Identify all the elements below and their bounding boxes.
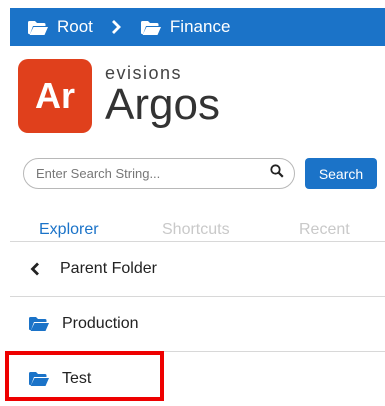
breadcrumb-finance[interactable]: Finance	[140, 17, 231, 37]
tab-recent[interactable]: Recent	[299, 221, 350, 239]
folder-open-icon	[29, 372, 49, 386]
brand-product: Argos	[105, 80, 220, 129]
chevron-right-icon	[111, 20, 121, 34]
folder-open-icon	[29, 317, 49, 331]
list-item-label: Production	[62, 315, 139, 332]
explorer-tabs: Explorer Shortcuts Recent	[10, 218, 385, 242]
breadcrumb-root-label: Root	[57, 17, 93, 36]
search-row: Search	[23, 158, 377, 189]
tab-explorer[interactable]: Explorer	[39, 221, 99, 239]
search-button[interactable]: Search	[305, 158, 377, 189]
list-item-label: Test	[62, 370, 92, 387]
search-box	[23, 158, 295, 189]
app-logo: Ar evisions Argos	[18, 59, 220, 133]
chevron-left-icon	[30, 262, 42, 276]
breadcrumb-root[interactable]: Root	[28, 17, 93, 37]
folder-open-icon	[140, 20, 161, 35]
tab-shortcuts[interactable]: Shortcuts	[162, 221, 230, 239]
list-item-test[interactable]: Test	[10, 352, 385, 406]
brand-text: evisions Argos	[105, 63, 220, 127]
logo-text: Ar	[34, 75, 75, 116]
folder-open-icon	[28, 20, 48, 35]
list-item-production[interactable]: Production	[10, 297, 385, 352]
logo-tile: Ar	[18, 59, 92, 133]
folder-list: Parent Folder Production Test	[10, 242, 385, 406]
search-icon[interactable]	[270, 164, 284, 183]
search-input[interactable]	[36, 166, 270, 181]
parent-folder-row[interactable]: Parent Folder	[10, 242, 385, 297]
parent-folder-label: Parent Folder	[60, 260, 157, 277]
breadcrumb-finance-label: Finance	[169, 17, 231, 36]
breadcrumb: Root Finance	[10, 8, 385, 46]
